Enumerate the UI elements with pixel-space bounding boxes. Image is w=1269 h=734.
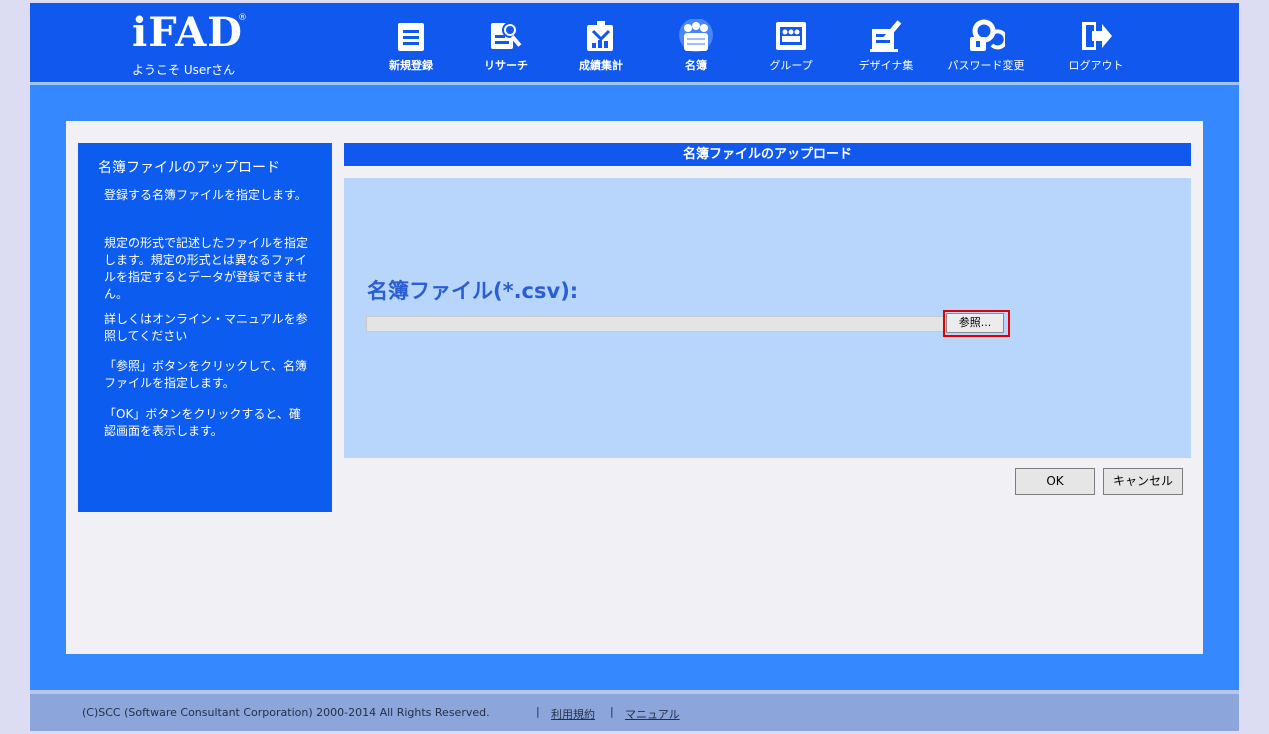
nav-results[interactable]: 成績集計 [558, 19, 644, 77]
results-icon [587, 21, 613, 51]
nav-logout[interactable]: ログアウト [1053, 19, 1139, 77]
footer: (C)SCC (Software Consultant Corporation)… [30, 694, 1239, 731]
roster-icon [679, 19, 713, 52]
welcome-text: ようこそ Userさん [132, 63, 236, 77]
browse-button[interactable]: 参照... [946, 313, 1004, 333]
header: iFAD ® ようこそ Userさん 新規登録 リサーチ 成績集計 名簿 グルー… [30, 3, 1239, 82]
footer-separator: | [536, 705, 540, 718]
sidebar-paragraph: 「OK」ボタンをクリックすると、確認画面を表示します。 [104, 407, 301, 438]
sidebar-paragraph: 「参照」ボタンをクリックして、名簿ファイルを指定します。 [104, 359, 308, 390]
nav-research[interactable]: リサーチ [463, 19, 549, 77]
nav-label: 成績集計 [579, 59, 623, 72]
group-icon [776, 22, 806, 50]
sidebar-paragraph: 詳しくはオンライン・マニュアルを参照してください [104, 312, 308, 343]
ok-button[interactable]: OK [1015, 468, 1095, 495]
file-label: 名簿ファイル(*.csv): [367, 279, 579, 303]
nav-label: 名簿 [685, 59, 707, 72]
nav-label: デザイナ集 [858, 59, 914, 72]
designer-icon [870, 20, 902, 52]
nav-label: パスワード変更 [947, 59, 1025, 72]
copyright-text: (C)SCC (Software Consultant Corporation)… [82, 706, 490, 719]
sidebar-paragraph: 規定の形式で記述したファイルを指定します。規定の形式とは異なるファイルを指定する… [104, 236, 309, 301]
logo-registered-mark: ® [238, 13, 247, 23]
content-panel: 名簿ファイルのアップロード 登録する名簿ファイルを指定します。 規定の形式で記述… [66, 121, 1203, 654]
footer-separator: | [610, 705, 614, 718]
research-icon [491, 22, 522, 49]
nav-label: ログアウト [1068, 59, 1124, 72]
manual-link[interactable]: マニュアル [625, 706, 680, 722]
logout-icon [1082, 22, 1112, 50]
app-logo[interactable]: iFAD [132, 11, 243, 55]
nav-designer[interactable]: デザイナ集 [843, 19, 929, 77]
new-registration-icon [398, 23, 424, 51]
sidebar-title: 名簿ファイルのアップロード [98, 160, 280, 176]
terms-link[interactable]: 利用規約 [551, 706, 595, 722]
nav-new-registration[interactable]: 新規登録 [368, 19, 454, 77]
cancel-button[interactable]: キャンセル [1103, 468, 1183, 495]
page-frame: iFAD ® ようこそ Userさん 新規登録 リサーチ 成績集計 名簿 グルー… [30, 3, 1239, 734]
nav-roster[interactable]: 名簿 [653, 19, 739, 77]
nav-password[interactable]: パスワード変更 [943, 19, 1029, 77]
file-path-input[interactable] [366, 316, 944, 332]
password-icon [970, 19, 1005, 51]
sidebar-paragraph: 登録する名簿ファイルを指定します。 [104, 188, 307, 202]
upload-form-panel: 名簿ファイル(*.csv): 参照... [344, 178, 1191, 458]
nav-group[interactable]: グループ [748, 19, 834, 77]
help-sidebar: 名簿ファイルのアップロード 登録する名簿ファイルを指定します。 規定の形式で記述… [78, 143, 332, 512]
nav-label: リサーチ [484, 59, 528, 72]
form-title: 名簿ファイルのアップロード [344, 143, 1191, 166]
main-area: 名簿ファイルのアップロード 登録する名簿ファイルを指定します。 規定の形式で記述… [30, 85, 1239, 690]
nav-label: グループ [769, 59, 813, 72]
nav-label: 新規登録 [389, 59, 433, 72]
